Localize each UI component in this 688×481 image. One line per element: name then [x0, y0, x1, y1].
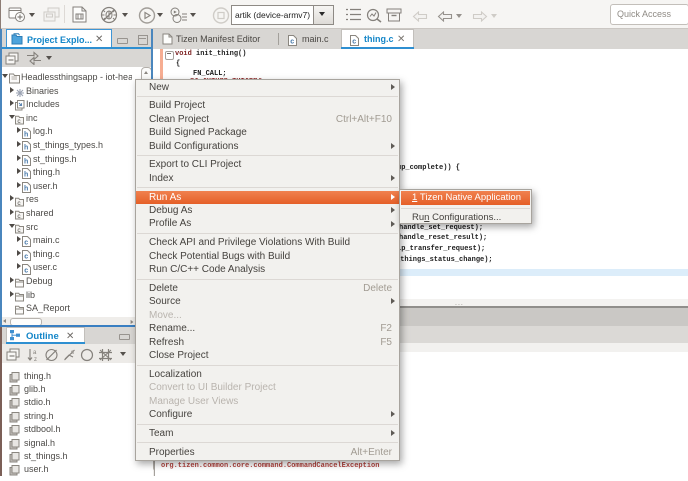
svg-text:z: z — [34, 357, 37, 362]
svg-text:c: c — [24, 267, 28, 274]
svg-text:c: c — [352, 38, 356, 45]
svg-text:h: h — [24, 172, 28, 179]
svg-text:h: h — [24, 131, 28, 138]
svg-text:c: c — [24, 254, 28, 261]
svg-text:c: c — [290, 38, 294, 45]
svg-text:s: s — [71, 350, 74, 356]
svg-text:h: h — [24, 145, 28, 152]
svg-text:c: c — [24, 240, 28, 247]
svg-text:h: h — [24, 158, 28, 165]
svg-text:a: a — [33, 350, 37, 356]
svg-text:h: h — [24, 186, 28, 193]
